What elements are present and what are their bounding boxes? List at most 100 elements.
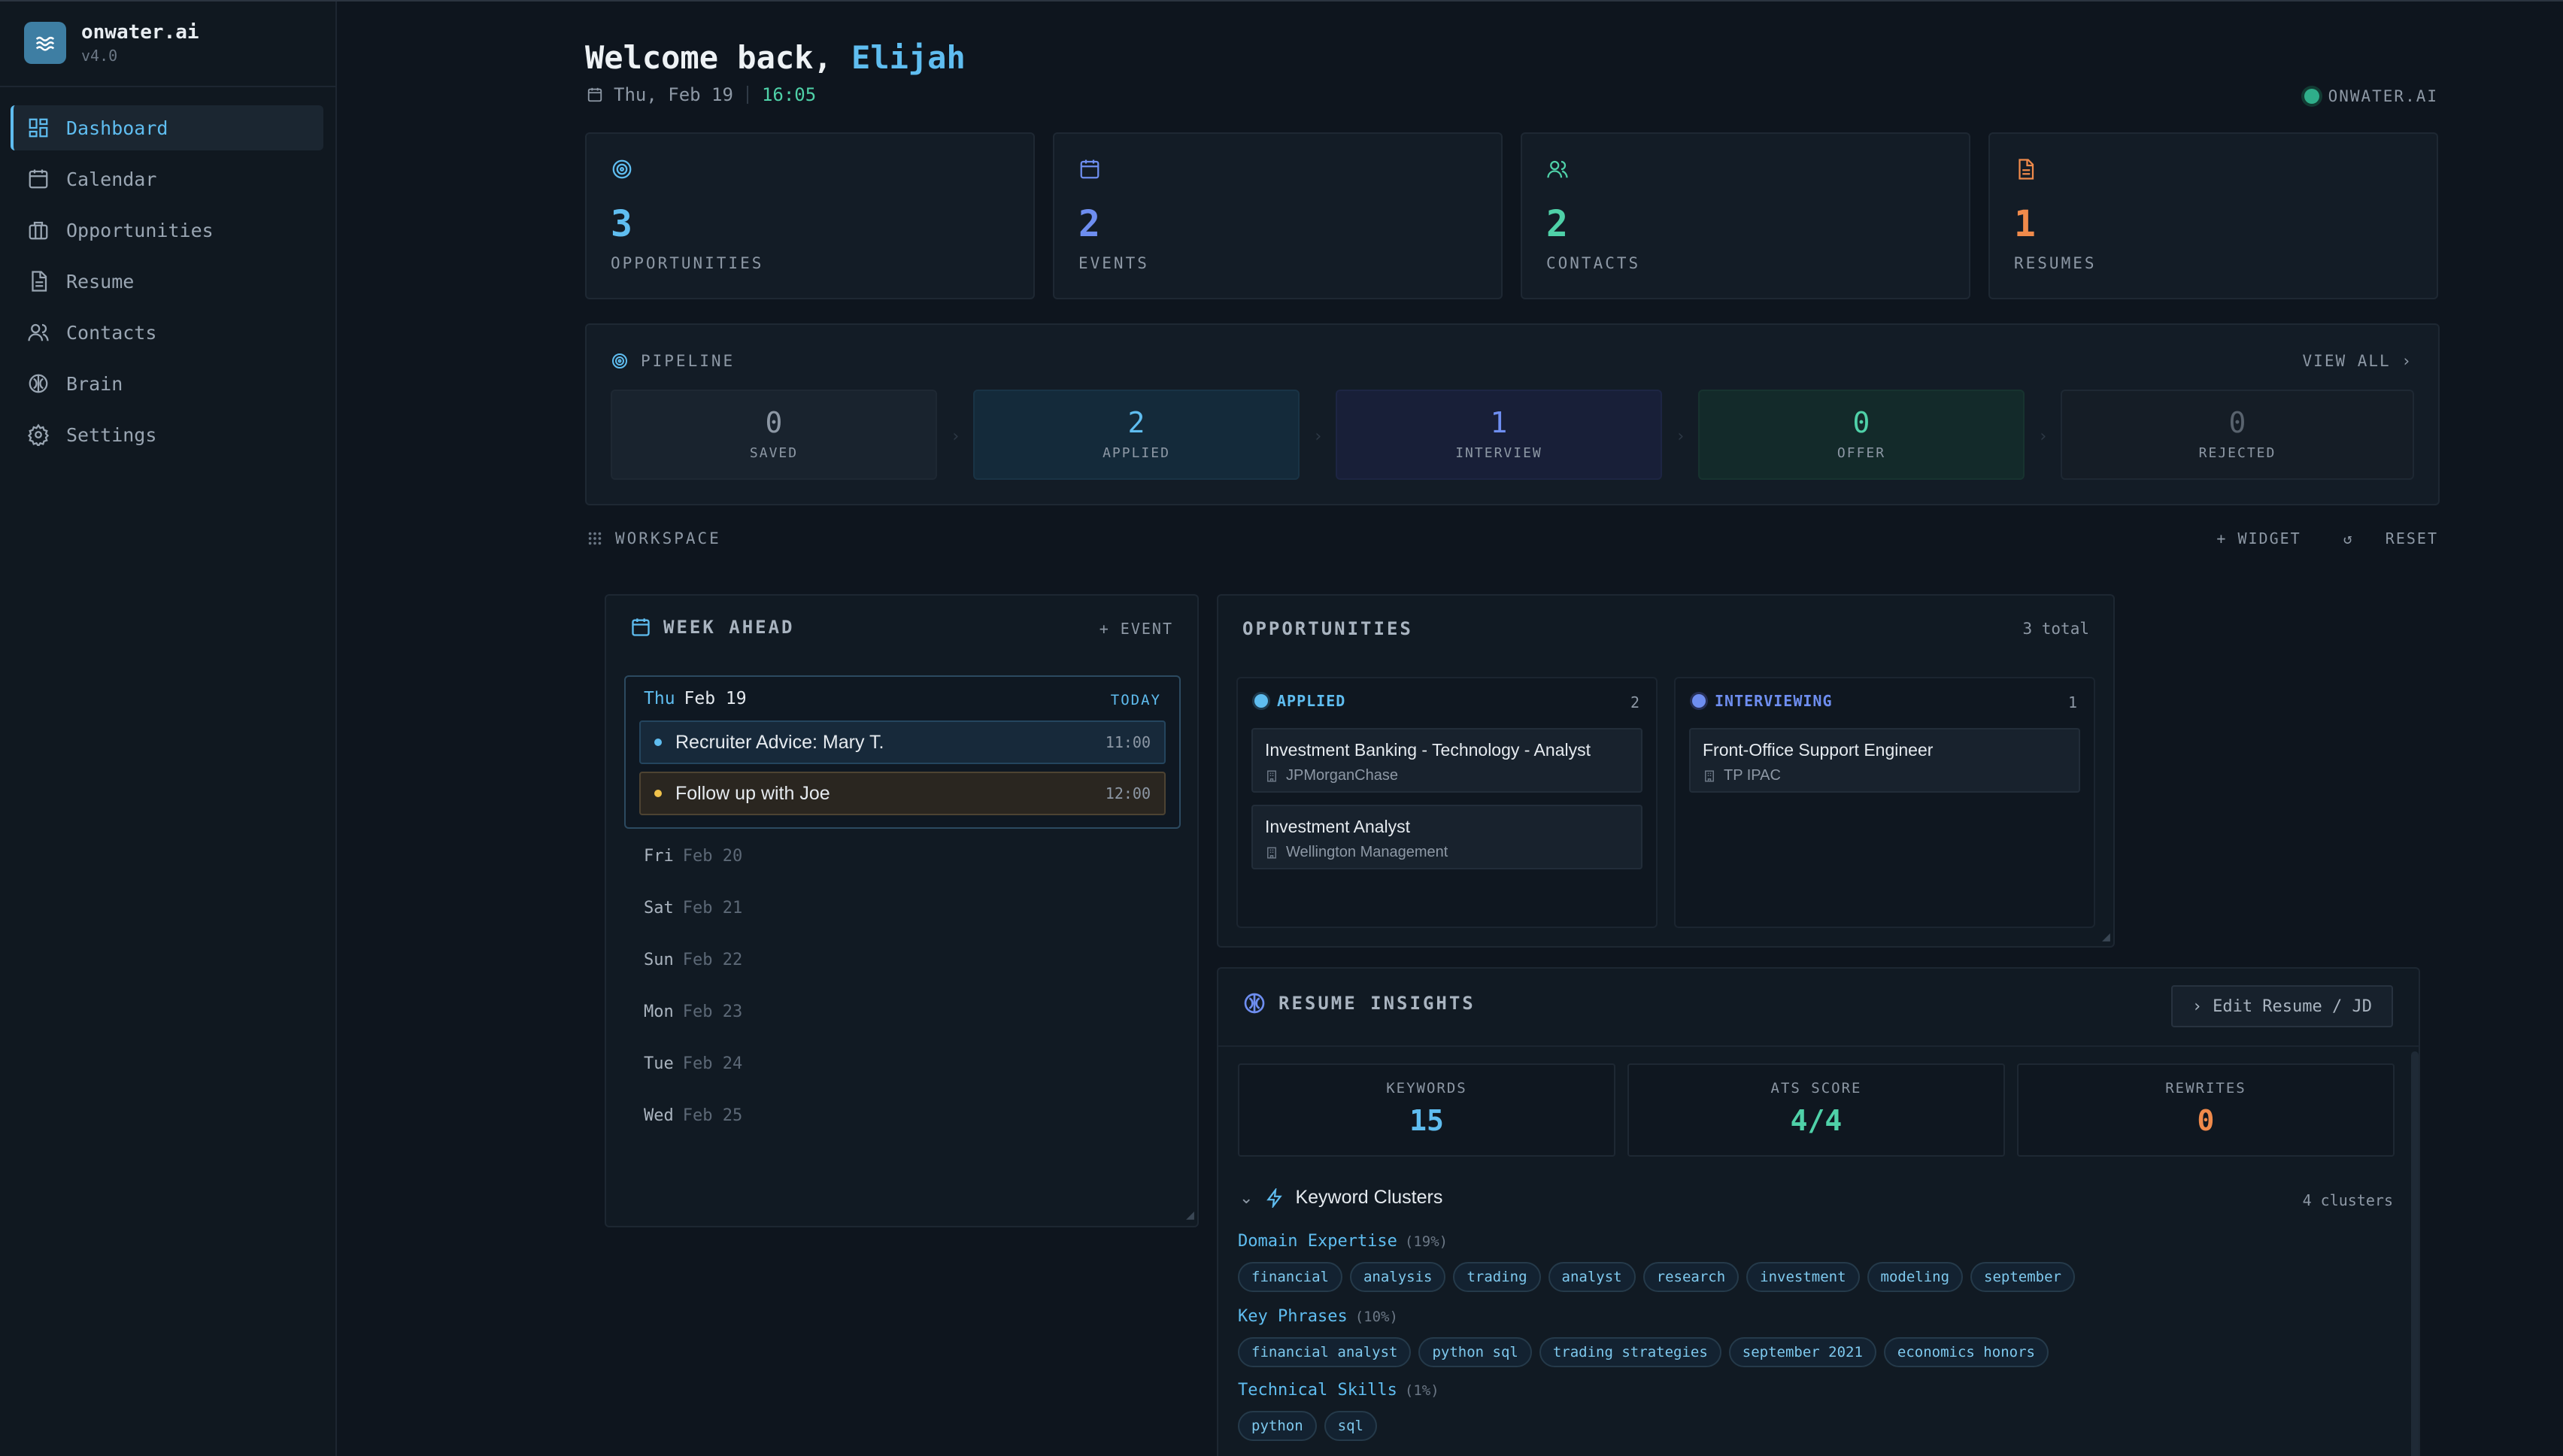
pipeline-title: PIPELINE [611,352,735,370]
keyword-tag[interactable]: python [1238,1411,1317,1441]
sidebar-item-label: Settings [66,423,157,446]
sidebar-item-calendar[interactable]: Calendar [11,156,323,202]
stat-card-contacts[interactable]: 2 CONTACTS [1521,132,1970,299]
status-dot-icon [1692,694,1706,708]
app-name: onwater.ai [81,21,199,44]
stage-offer[interactable]: 0 OFFER [1698,390,2025,480]
reset-button[interactable]: ↺ RESET [2322,529,2438,548]
keyword-tag[interactable]: research [1642,1262,1740,1292]
keyword-tag[interactable]: financial [1238,1262,1342,1292]
sidebar-item-settings[interactable]: Settings [11,412,323,457]
keyword-tag[interactable]: analysis [1349,1262,1446,1292]
opportunity-card[interactable]: Front-Office Support Engineer TP IPAC [1689,728,2080,793]
chevron-right-icon: › [1313,427,1324,446]
user-name: Elijah [851,39,966,76]
kanban-column-applied: APPLIED 2 Investment Banking - Technolog… [1236,677,1658,928]
sidebar-item-brain[interactable]: Brain [11,361,323,406]
metric-label: ATS SCORE [1770,1080,1862,1097]
event-item[interactable]: Follow up with Joe 12:00 [639,772,1166,815]
keyword-tag[interactable]: python sql [1418,1337,1532,1367]
keyword-tag[interactable]: sql [1324,1411,1377,1441]
stat-label: OPPORTUNITIES [611,254,764,272]
stage-rejected[interactable]: 0 REJECTED [2061,390,2414,480]
reset-label: RESET [2385,529,2438,548]
cluster-pct: (19%) [1404,1233,1448,1250]
add-event-button[interactable]: + EVENT [1100,620,1173,638]
stage-label: SAVED [749,445,799,461]
stage-label: INTERVIEW [1455,445,1542,461]
sidebar-item-opportunities[interactable]: Opportunities [11,208,323,253]
opportunity-company: Wellington Management [1265,844,1448,861]
resize-handle-icon[interactable]: ◢ [2102,929,2110,945]
day-date: Feb 21 [682,899,743,918]
stage-interview[interactable]: 1 INTERVIEW [1336,390,1662,480]
event-dot-icon [654,790,662,797]
event-title: Follow up with Joe [675,782,830,804]
day-row[interactable]: Sat Feb 21 [644,899,742,918]
opportunities-total: 3 total [2022,620,2089,638]
opportunity-card[interactable]: Investment Analyst Wellington Management [1251,805,1642,869]
keyword-tag[interactable]: trading strategies [1539,1337,1721,1367]
metric-value: 15 [1409,1104,1444,1137]
keyword-tag[interactable]: investment [1746,1262,1860,1292]
stage-saved[interactable]: 0 SAVED [611,390,937,480]
resume-insights-title: RESUME INSIGHTS [1242,991,1476,1015]
keyword-tag[interactable]: economics honors [1883,1337,2049,1367]
pipeline-title-text: PIPELINE [641,352,736,370]
event-item[interactable]: Recruiter Advice: Mary T. 11:00 [639,720,1166,764]
metric-label: REWRITES [2165,1080,2246,1097]
event-dot-icon [654,739,662,746]
keyword-tag[interactable]: trading [1453,1262,1541,1292]
calendar-icon [1080,159,1100,179]
keyword-tag[interactable]: financial analyst [1238,1337,1412,1367]
stat-card-opportunities[interactable]: 3 OPPORTUNITIES [585,132,1035,299]
scrollbar[interactable] [2411,1051,2419,1456]
tag-list: python sql [1238,1411,1385,1441]
keyword-tag[interactable]: analyst [1548,1262,1636,1292]
kanban-column-interviewing: INTERVIEWING 1 Front-Office Support Engi… [1674,677,2095,928]
cluster-pct: (1%) [1404,1382,1439,1399]
calendar-icon [29,169,48,189]
day-row[interactable]: Mon Feb 23 [644,1003,742,1021]
stat-card-events[interactable]: 2 EVENTS [1053,132,1503,299]
stat-card-resumes[interactable]: 1 RESUMES [1988,132,2438,299]
day-row[interactable]: Fri Feb 20 [644,847,742,866]
brand[interactable]: onwater.ai v4.0 [24,21,199,65]
keyword-tag[interactable]: september [1970,1262,2075,1292]
date-row: Thu, Feb 19 16:05 [587,84,816,105]
stage-applied[interactable]: 2 APPLIED [973,390,1300,480]
day-row[interactable]: Tue Feb 24 [644,1054,742,1073]
column-header: INTERVIEWING [1692,692,1833,710]
resize-handle-icon[interactable]: ◢ [1186,1207,1194,1223]
stat-value: 2 [1546,203,1568,245]
target-icon [612,353,627,369]
sidebar-item-contacts[interactable]: Contacts [11,310,323,355]
sidebar-item-resume[interactable]: Resume [11,259,323,304]
edit-resume-button[interactable]: › Edit Resume / JD [2170,985,2393,1027]
keyword-tag[interactable]: september 2021 [1728,1337,1876,1367]
add-widget-button[interactable]: + WIDGET [2216,529,2301,548]
target-icon [612,159,632,179]
document-icon [32,271,47,292]
event-title: Recruiter Advice: Mary T. [675,731,884,753]
day-dow: Fri [644,847,674,866]
stage-count: 2 [1127,406,1145,439]
keyword-clusters-toggle[interactable]: ⌄ Keyword Clusters [1239,1187,1442,1209]
keyword-tag[interactable]: modeling [1867,1262,1964,1292]
sidebar-item-label: Calendar [66,168,157,190]
opportunity-card[interactable]: Investment Banking - Technology - Analys… [1251,728,1642,793]
workspace-label-text: WORKSPACE [615,529,721,548]
opportunity-title: Investment Analyst [1265,817,1411,836]
day-row[interactable]: Sun Feb 22 [644,951,742,969]
sidebar-item-dashboard[interactable]: Dashboard [11,105,323,150]
day-row[interactable]: Wed Feb 25 [644,1106,742,1125]
view-all-link[interactable]: VIEW ALL › [2303,352,2413,370]
sidebar-item-label: Resume [66,270,135,293]
chevron-down-icon: ⌄ [1239,1188,1254,1207]
column-label: INTERVIEWING [1715,692,1833,710]
day-date: Feb 25 [682,1106,743,1125]
column-header: APPLIED [1254,692,1345,710]
keyword-clusters-title: Keyword Clusters [1295,1187,1443,1208]
cluster-pct: (10%) [1354,1309,1398,1325]
company-name: Wellington Management [1286,844,1448,860]
